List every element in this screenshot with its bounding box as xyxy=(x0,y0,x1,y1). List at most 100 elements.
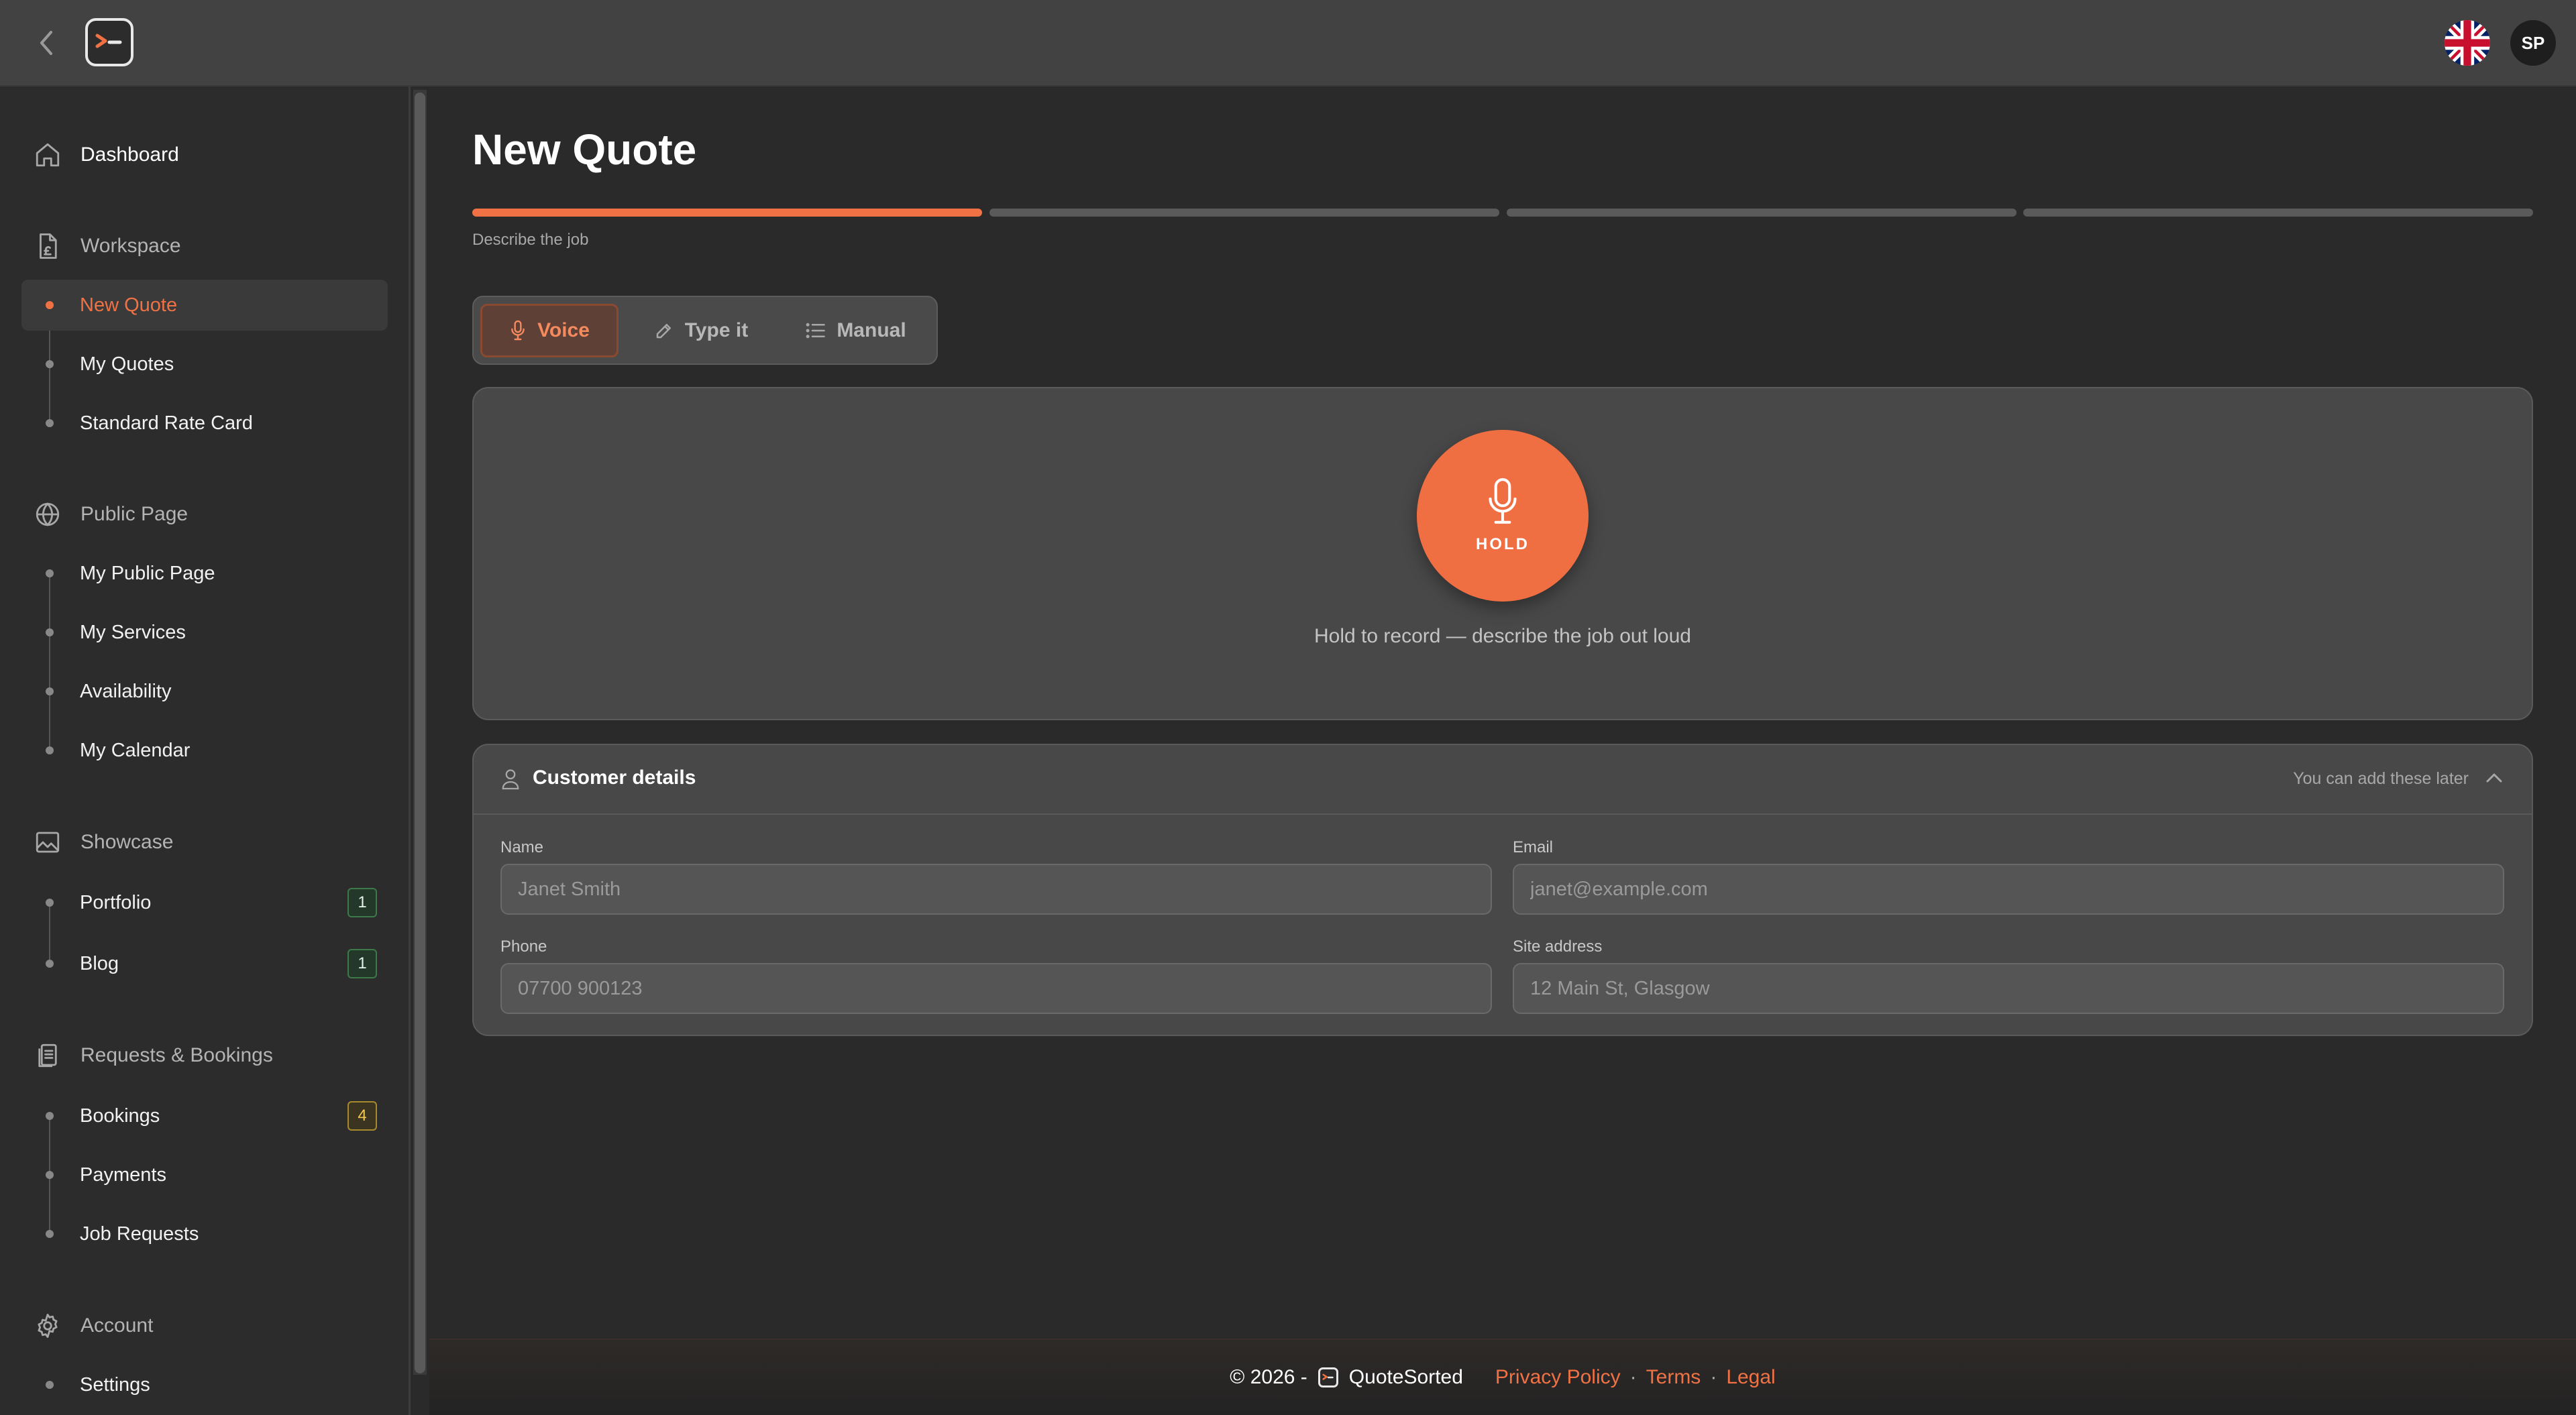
site-address-field-label: Site address xyxy=(1513,938,1603,956)
sidebar-item-label: My Public Page xyxy=(80,562,215,584)
copyright-text: © 2026 - xyxy=(1230,1366,1307,1388)
bullet xyxy=(46,1230,54,1238)
home-icon xyxy=(32,139,63,170)
record-hint: Hold to record — describe the job out lo… xyxy=(1314,625,1691,647)
back-button[interactable] xyxy=(30,24,63,62)
sidebar-section-requests-bookings[interactable]: Requests & Bookings xyxy=(32,1035,273,1076)
footer-brand: QuoteSorted xyxy=(1348,1366,1463,1388)
sidebar-item-new-quote[interactable]: New Quote xyxy=(21,280,388,331)
microphone-icon xyxy=(511,320,525,341)
sidebar-item-my-public-page[interactable]: My Public Page xyxy=(21,548,388,599)
sidebar-item-label: Dashboard xyxy=(80,144,179,166)
gear-icon xyxy=(32,1310,63,1341)
count-badge: 1 xyxy=(347,888,377,917)
sidebar-item-label: Job Requests xyxy=(80,1223,199,1245)
hold-button-label: HOLD xyxy=(1476,535,1529,553)
legal-link[interactable]: Legal xyxy=(1726,1366,1775,1389)
footer-logo-icon xyxy=(1318,1367,1338,1388)
progress-step-2 xyxy=(989,209,1499,217)
customer-details-title: Customer details xyxy=(533,767,696,789)
mode-label: Type it xyxy=(684,319,749,341)
sidebar-item-label: Settings xyxy=(80,1373,150,1396)
user-icon xyxy=(502,769,519,790)
sidebar-item-dashboard[interactable]: Dashboard xyxy=(32,135,179,175)
progress-step-3 xyxy=(1507,209,2017,217)
customer-details-note: You can add these later xyxy=(2293,769,2469,788)
globe-icon xyxy=(32,499,63,530)
bullet xyxy=(46,1112,54,1120)
bullet xyxy=(46,899,54,907)
email-field[interactable] xyxy=(1513,864,2504,915)
sidebar-item-label: New Quote xyxy=(80,294,178,316)
sidebar-item-label: My Calendar xyxy=(80,739,191,761)
sidebar-item-bookings[interactable]: Bookings 4 xyxy=(21,1090,388,1141)
sidebar-item-label: Blog xyxy=(80,952,119,974)
uk-flag-icon xyxy=(2445,20,2490,66)
mode-label: Manual xyxy=(837,319,906,341)
site-address-field[interactable] xyxy=(1513,963,2504,1014)
terminal-prompt-logo xyxy=(95,34,122,48)
bullet xyxy=(46,301,54,309)
step-caption: Describe the job xyxy=(472,231,589,249)
mode-type-button[interactable]: Type it xyxy=(632,304,770,357)
sidebar-item-my-calendar[interactable]: My Calendar xyxy=(21,725,388,776)
bullet xyxy=(46,1171,54,1179)
sidebar-item-label: Availability xyxy=(80,680,172,702)
sidebar-item-label: My Services xyxy=(80,621,186,643)
mode-manual-button[interactable]: Manual xyxy=(780,304,932,357)
app-logo[interactable] xyxy=(85,18,133,66)
customer-details-header[interactable] xyxy=(472,744,2533,815)
footer: © 2026 - QuoteSorted Privacy Policy · Te… xyxy=(429,1339,2576,1415)
language-selector[interactable] xyxy=(2445,20,2490,66)
chevron-up-icon[interactable] xyxy=(2485,771,2504,785)
pencil-icon xyxy=(656,324,671,339)
sidebar-section-label: Requests & Bookings xyxy=(80,1044,273,1066)
count-badge: 1 xyxy=(347,949,377,978)
sidebar-item-settings[interactable]: Settings xyxy=(21,1359,388,1410)
mode-voice-button[interactable]: Voice xyxy=(480,304,619,357)
sidebar-section-showcase[interactable]: Showcase xyxy=(32,822,173,862)
hold-to-record-button[interactable] xyxy=(1417,430,1589,602)
footer-separator: · xyxy=(1710,1366,1717,1388)
sidebar-section-account[interactable]: Account xyxy=(32,1306,153,1346)
sidebar-item-standard-rate-card[interactable]: Standard Rate Card xyxy=(21,398,388,449)
input-mode-toggle: Voice Type it Manual xyxy=(472,296,938,365)
sidebar-section-workspace[interactable]: Workspace xyxy=(32,226,181,266)
sidebar-item-label: Payments xyxy=(80,1164,166,1186)
privacy-policy-link[interactable]: Privacy Policy xyxy=(1495,1366,1621,1389)
page-title: New Quote xyxy=(472,125,697,174)
bullet xyxy=(46,960,54,968)
bullet xyxy=(46,746,54,754)
sidebar-section-label: Account xyxy=(80,1314,154,1337)
microphone-icon xyxy=(1489,478,1517,524)
user-avatar[interactable]: SP xyxy=(2510,20,2556,66)
sidebar-item-payments[interactable]: Payments xyxy=(21,1149,388,1200)
clipboard-icon xyxy=(32,1040,63,1071)
terms-link[interactable]: Terms xyxy=(1646,1366,1701,1389)
sidebar-item-portfolio[interactable]: Portfolio 1 xyxy=(21,877,388,928)
email-field-label: Email xyxy=(1513,838,1554,856)
sidebar-item-label: Standard Rate Card xyxy=(80,412,253,434)
bullet xyxy=(46,1381,54,1389)
progress-step-4 xyxy=(2023,209,2533,217)
name-field[interactable] xyxy=(500,864,1492,915)
chevron-left-icon xyxy=(40,31,52,55)
sidebar-item-my-services[interactable]: My Services xyxy=(21,607,388,658)
top-bar: SP xyxy=(0,0,2576,87)
sidebar-section-label: Public Page xyxy=(80,503,189,525)
sidebar-scrollbar-thumb[interactable] xyxy=(415,93,425,1373)
sidebar-item-label: Portfolio xyxy=(80,891,152,913)
document-pound-icon xyxy=(32,231,63,262)
count-badge: 4 xyxy=(347,1101,377,1131)
phone-field[interactable] xyxy=(500,963,1492,1014)
sidebar-section-public-page[interactable]: Public Page xyxy=(32,494,188,534)
sidebar-item-label: My Quotes xyxy=(80,353,174,375)
progress-step-1 xyxy=(472,209,982,217)
footer-separator: · xyxy=(1629,1366,1637,1388)
sidebar-item-my-quotes[interactable]: My Quotes xyxy=(21,339,388,390)
name-field-label: Name xyxy=(500,838,544,856)
sidebar-item-blog[interactable]: Blog 1 xyxy=(21,938,388,989)
sidebar-item-availability[interactable]: Availability xyxy=(21,666,388,717)
sidebar-item-job-requests[interactable]: Job Requests xyxy=(21,1208,388,1259)
bullet xyxy=(46,569,54,577)
